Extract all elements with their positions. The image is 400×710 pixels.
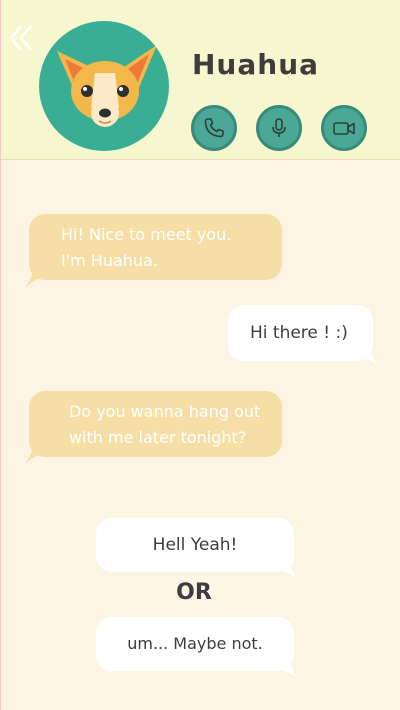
reply-label: um... Maybe not. [127, 634, 263, 653]
message-bubble: Hi there ! :) [228, 305, 373, 361]
message-bubble: Do you wanna hang out with me later toni… [29, 391, 282, 457]
contact-name: Huahua [192, 48, 320, 81]
message-line: Hi! Nice to meet you. [61, 225, 232, 244]
video-call-button[interactable] [321, 105, 367, 151]
chihuahua-face-icon [57, 45, 157, 127]
video-camera-icon [333, 122, 355, 135]
message-line: Hi there ! :) [250, 323, 348, 343]
reply-bubble[interactable]: um... Maybe not. [96, 617, 294, 671]
reply-label: Hell Yeah! [152, 535, 238, 555]
app-frame: Huahua Hi! Nice to meet you. I'm Huahua.… [0, 0, 400, 710]
message-line: with me later tonight? [69, 428, 247, 447]
voice-call-button[interactable] [256, 105, 302, 151]
double-chevron-left-icon[interactable] [7, 22, 35, 54]
message-line: I'm Huahua. [61, 251, 158, 270]
microphone-icon [272, 118, 286, 137]
phone-call-button[interactable] [191, 105, 237, 151]
reply-bubble[interactable]: Hell Yeah! [96, 518, 294, 572]
phone-icon [204, 118, 224, 138]
avatar[interactable] [39, 21, 169, 151]
message-line: Do you wanna hang out [69, 402, 261, 421]
or-separator: OR [176, 580, 212, 605]
chat-header: Huahua [1, 0, 400, 160]
message-bubble: Hi! Nice to meet you. I'm Huahua. [29, 214, 282, 280]
